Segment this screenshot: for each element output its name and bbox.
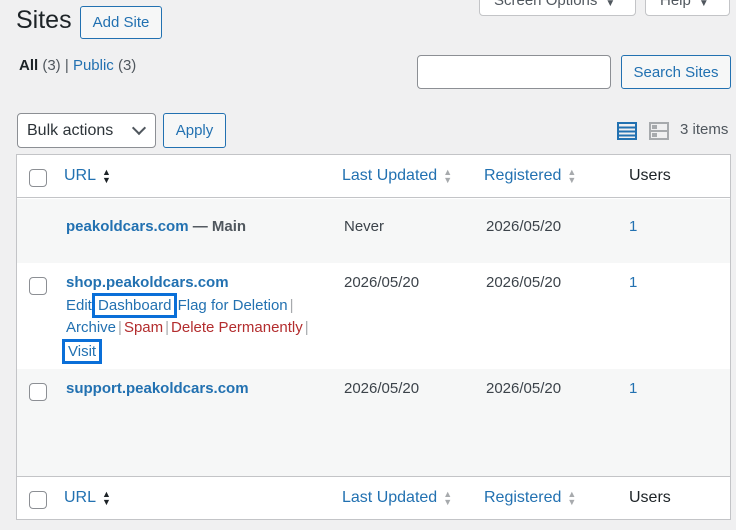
row-checkbox[interactable] <box>29 277 47 295</box>
select-all-checkbox[interactable] <box>29 169 47 187</box>
list-view-icon[interactable] <box>617 121 637 141</box>
column-last-updated[interactable]: Last Updated ▲ ▼ <box>342 489 452 507</box>
caret-down-icon: ▼ <box>605 0 616 9</box>
spam-link[interactable]: Spam <box>124 319 163 336</box>
filter-all-count: (3) <box>42 57 61 74</box>
bulk-actions-select[interactable]: Bulk actions <box>17 113 156 148</box>
column-registered[interactable]: Registered ▲ ▼ <box>484 489 576 507</box>
site-url-link[interactable]: support.peakoldcars.com <box>66 380 249 397</box>
site-url-link[interactable]: peakoldcars.com — Main <box>66 218 246 235</box>
table-header: URL ▲ ▼ Last Updated ▲ ▼ Registered ▲ ▼ Use… <box>17 155 730 198</box>
last-updated-cell: 2026/05/20 <box>344 380 420 397</box>
column-users: Users <box>629 489 671 506</box>
chevron-down-icon <box>131 120 147 136</box>
edit-link[interactable]: Edit <box>66 297 92 314</box>
row-checkbox[interactable] <box>29 383 47 401</box>
column-url[interactable]: URL ▲ ▼ <box>64 489 111 507</box>
action-separator: | <box>165 319 170 336</box>
registered-cell: 2026/05/20 <box>486 274 562 291</box>
table-row: shop.peakoldcars.com 2026/05/20 2026/05/… <box>17 263 730 369</box>
site-url-link[interactable]: shop.peakoldcars.com <box>66 274 229 291</box>
column-url-label: URL <box>64 489 97 506</box>
column-url-label: URL <box>64 167 97 184</box>
status-filters: All (3) | Public (3) <box>19 57 136 74</box>
column-registered-label: Registered <box>484 167 562 184</box>
column-registered[interactable]: Registered ▲ ▼ <box>484 167 576 185</box>
filter-separator: | <box>64 57 69 74</box>
help-label: Help <box>660 0 691 9</box>
excerpt-view-icon[interactable] <box>649 121 669 141</box>
sort-icon: ▲ ▼ <box>443 489 453 507</box>
filter-public-count: (3) <box>117 57 137 74</box>
dashboard-link[interactable]: Dashboard <box>92 293 178 318</box>
search-input[interactable] <box>417 55 611 89</box>
select-all-checkbox[interactable] <box>29 491 47 509</box>
site-url-text: peakoldcars.com <box>66 218 189 235</box>
users-count-link[interactable]: 1 <box>629 274 637 291</box>
users-count-link[interactable]: 1 <box>629 380 637 397</box>
archive-link[interactable]: Archive <box>66 319 116 336</box>
table-row: peakoldcars.com — Main Never 2026/05/20 … <box>17 199 730 263</box>
action-separator: | <box>118 319 122 336</box>
column-last-updated[interactable]: Last Updated ▲ ▼ <box>342 167 452 185</box>
delete-permanently-link[interactable]: Delete Permanently <box>171 319 303 336</box>
last-updated-cell: 2026/05/20 <box>344 274 420 291</box>
visit-link[interactable]: Visit <box>61 339 103 364</box>
sort-icon: ▲ ▼ <box>567 167 577 185</box>
help-tab[interactable]: Help ▼ <box>645 0 730 16</box>
table-footer: URL ▲ ▼ Last Updated ▲ ▼ Registered ▲ ▼ Use… <box>17 476 730 519</box>
filter-all[interactable]: All <box>19 57 38 74</box>
registered-cell: 2026/05/20 <box>486 218 562 235</box>
column-url[interactable]: URL ▲ ▼ <box>64 167 111 185</box>
apply-button[interactable]: Apply <box>163 113 226 148</box>
bulk-actions-value: Bulk actions <box>27 121 114 139</box>
sort-icon: ▲ ▼ <box>102 489 111 507</box>
action-separator: | <box>304 319 309 336</box>
users-count-link[interactable]: 1 <box>629 218 637 235</box>
page-title: Sites <box>16 6 72 34</box>
column-registered-label: Registered <box>484 489 562 506</box>
add-site-button[interactable]: Add Site <box>80 6 162 39</box>
row-actions: Edit Dashboard Flag for Deletion | Archiv… <box>61 293 311 364</box>
table-row: support.peakoldcars.com 2026/05/20 2026/… <box>17 369 730 477</box>
screen-options-tab[interactable]: Screen Options ▼ <box>479 0 636 16</box>
caret-down-icon: ▼ <box>698 0 709 9</box>
column-users: Users <box>629 167 671 184</box>
registered-cell: 2026/05/20 <box>486 380 562 397</box>
filter-public[interactable]: Public <box>73 57 114 74</box>
screen-options-label: Screen Options <box>494 0 598 9</box>
sort-icon: ▲ ▼ <box>102 167 111 185</box>
search-sites-button[interactable]: Search Sites <box>621 55 731 89</box>
sort-icon: ▲ ▼ <box>443 167 453 185</box>
column-last-updated-label: Last Updated <box>342 167 438 184</box>
column-last-updated-label: Last Updated <box>342 489 438 506</box>
action-separator: | <box>289 297 294 314</box>
items-count: 3 items <box>680 121 729 138</box>
sites-table: URL ▲ ▼ Last Updated ▲ ▼ Registered ▲ ▼ Use… <box>16 154 731 520</box>
main-site-label: — Main <box>188 218 247 235</box>
flag-deletion-link[interactable]: Flag for Deletion <box>178 297 288 314</box>
last-updated-cell: Never <box>344 218 385 235</box>
sort-icon: ▲ ▼ <box>567 489 577 507</box>
